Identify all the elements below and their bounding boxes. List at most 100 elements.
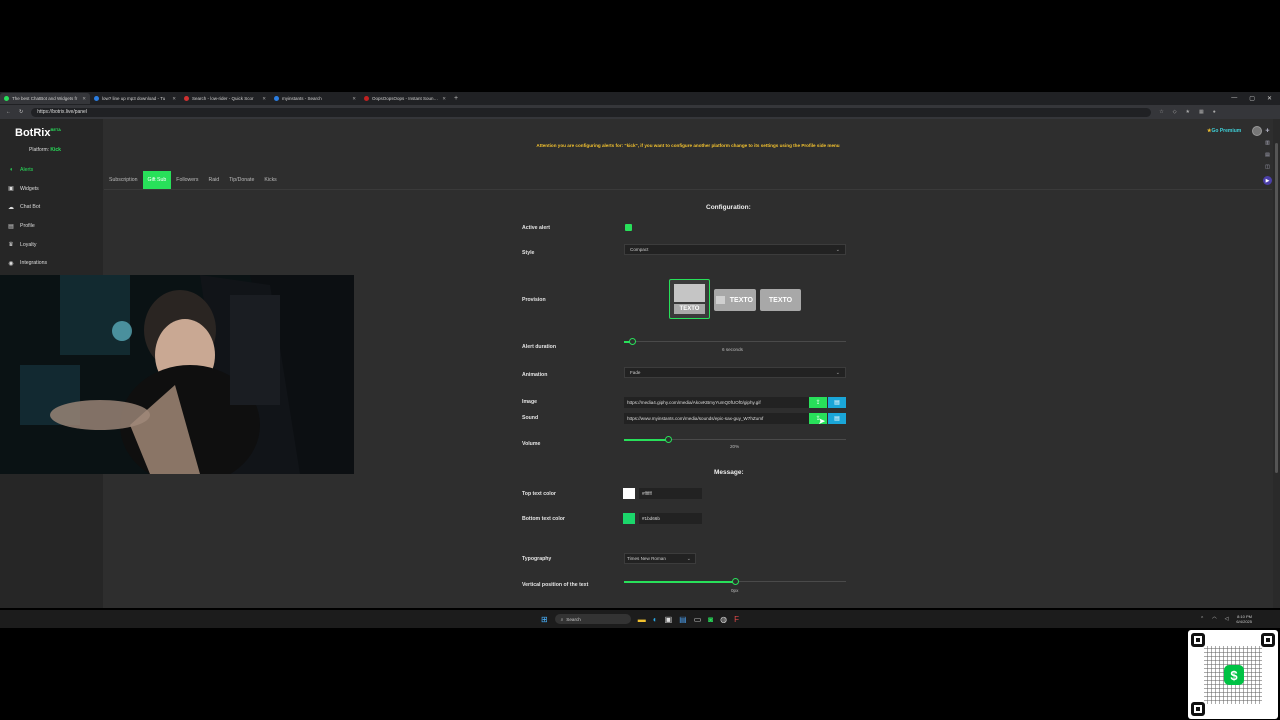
extension-icon[interactable]: ▥ [1265, 140, 1270, 146]
avatar[interactable] [1252, 126, 1262, 136]
reload-icon[interactable]: ↻ [19, 109, 23, 115]
browser-tab[interactable]: low? line up mp3 download - Tu ✕ [90, 93, 180, 104]
bottom-text-color-input[interactable]: #1bd66b [639, 513, 702, 524]
top-text-color-swatch[interactable] [623, 488, 635, 499]
bookmark-star-icon[interactable]: ☆ [1159, 109, 1163, 115]
browser-tab-title: Search - low-rider - Quick Scor [192, 96, 254, 101]
vertical-position-slider[interactable] [624, 578, 846, 585]
mail-icon[interactable]: ▤ [679, 615, 687, 624]
favorites-icon[interactable]: ★ [1186, 109, 1190, 115]
tab-raid[interactable]: Raid [204, 171, 225, 189]
chevron-down-icon: ⌄ [835, 370, 840, 376]
sidebar-item-integrations[interactable]: ◉ Integrations [8, 254, 98, 273]
app-icon[interactable]: F [734, 615, 739, 624]
active-alert-checkbox[interactable] [625, 224, 632, 231]
image-url-input[interactable]: https://media4.giphy.com/media/AkovKBmyY… [624, 397, 809, 408]
close-tab-icon[interactable]: ✕ [442, 96, 446, 102]
browser-tab[interactable]: The best ChatBot and Widgets fr ✕ [0, 93, 90, 104]
browser-tab-title: The best ChatBot and Widgets fr [12, 96, 78, 101]
mouse-cursor-icon: ➤ [818, 416, 826, 426]
minimize-icon[interactable]: — [1231, 95, 1237, 102]
edge-icon[interactable]: ◐ [653, 615, 658, 624]
sidebar-item-label: Loyalty [20, 241, 37, 248]
tab-subscription[interactable]: Subscription [104, 171, 143, 189]
slider-fill [624, 438, 669, 441]
extension-icon[interactable]: ▤ [1265, 152, 1270, 158]
tab-favicon-icon [364, 96, 369, 101]
provision-option-side[interactable]: TEXTO [714, 289, 756, 311]
slider-thumb[interactable] [664, 436, 672, 443]
store-icon[interactable]: ▣ [665, 615, 673, 624]
sidebar-item-loyalty[interactable]: ♛ Loyalty [8, 235, 98, 254]
browser-tab[interactable]: Search - low-rider - Quick Scor ✕ [180, 93, 270, 104]
maximize-icon[interactable]: ▢ [1249, 95, 1255, 102]
window-controls: — ▢ ✕ [1231, 95, 1280, 102]
upload-icon: ⇪ [815, 400, 821, 406]
wifi-icon[interactable]: ◠ [1212, 616, 1216, 622]
extension-icon[interactable]: ◫ [1265, 164, 1270, 170]
close-window-icon[interactable]: ✕ [1267, 95, 1272, 102]
tab-kicks[interactable]: Kicks [259, 171, 281, 189]
animation-label: Animation [522, 372, 548, 378]
collections-icon[interactable]: ▦ [1199, 109, 1204, 115]
style-select[interactable]: Compact ⌄ [624, 244, 846, 255]
new-tab-button[interactable]: + [454, 95, 458, 102]
top-text-color-label: Top text color [522, 491, 556, 497]
scrollbar-thumb[interactable] [1275, 143, 1278, 473]
close-tab-icon[interactable]: ✕ [262, 96, 266, 102]
animation-select[interactable]: Fade ⌄ [624, 367, 846, 378]
file-explorer-icon[interactable]: ▬ [638, 615, 646, 624]
slider-thumb[interactable] [731, 578, 739, 585]
back-icon[interactable]: ← [6, 109, 11, 115]
sidebar-item-label: Profile [20, 223, 35, 230]
taskbar-search[interactable]: ⌕ Search [554, 614, 631, 624]
go-premium-link[interactable]: ★Go Premium [1207, 128, 1241, 134]
sidebar-item-alerts[interactable]: ◖ Alerts [8, 161, 98, 180]
close-tab-icon[interactable]: ✕ [172, 96, 176, 102]
tab-gift-sub[interactable]: Gift Sub [142, 171, 172, 189]
platform-warning-banner: Attention you are configuring alerts for… [536, 143, 840, 148]
provision-option-text-only[interactable]: TEXTO [760, 289, 801, 311]
sidebar-item-chat-bot[interactable]: ☁ Chat Bot [8, 198, 98, 217]
volume-slider[interactable] [624, 436, 846, 443]
chevron-up-icon[interactable]: ⌃ [1200, 616, 1204, 622]
slider-thumb[interactable] [629, 338, 637, 345]
gallery-image-button[interactable]: ▤ [828, 397, 846, 408]
start-icon[interactable]: ⊞ [541, 615, 548, 624]
close-tab-icon[interactable]: ✕ [352, 96, 356, 102]
typography-select[interactable]: Times New Roman ⌄ [624, 553, 696, 564]
address-bar-row: ← ↻ https://botrix.live/panel ☆ ◇ ★ ▦ ● [0, 105, 1280, 119]
sidebar-item-label: Widgets [20, 185, 39, 192]
photos-icon[interactable]: ▭ [694, 615, 702, 624]
browser-tab[interactable]: OopsOopsOops - Instant Sound Bu ✕ [360, 93, 450, 104]
sidebar-item-profile[interactable]: ▤ Profile [8, 217, 98, 236]
tab-tip-donate[interactable]: Tip/Donate [224, 171, 259, 189]
top-text-color-input[interactable]: #ffffff [639, 488, 702, 499]
close-tab-icon[interactable]: ✕ [82, 96, 86, 102]
sound-url-input[interactable]: https://www.myinstants.com/media/sounds/… [624, 413, 809, 424]
screen: { "browser": { "tabs": [ {"label": "The … [0, 0, 1280, 720]
extension-icon[interactable]: ✚ [1265, 128, 1269, 134]
system-clock[interactable]: 8:10 PM 6/4/2025 [1236, 614, 1252, 624]
app-icon[interactable]: ◙ [708, 615, 713, 624]
tab-followers[interactable]: Followers [171, 171, 203, 189]
play-icon[interactable]: ▶ [1263, 176, 1272, 185]
url-field[interactable]: https://botrix.live/panel [31, 107, 1152, 117]
sidebar-item-widgets[interactable]: ▣ Widgets [8, 180, 98, 199]
provision-option-stacked[interactable]: TEXTO [669, 279, 710, 319]
alert-duration-slider[interactable] [624, 338, 846, 345]
gallery-sound-button[interactable]: ▤ [828, 413, 846, 424]
gallery-icon: ▤ [834, 416, 840, 422]
active-alert-label: Active alert [522, 225, 550, 231]
page-scrollbar[interactable] [1273, 119, 1280, 608]
botrix-logo[interactable]: BotRixBETA [15, 127, 61, 139]
upload-image-button[interactable]: ⇪ [809, 397, 827, 408]
bottom-text-color-swatch[interactable] [623, 513, 635, 524]
obs-icon[interactable]: ◍ [720, 615, 727, 624]
volume-icon[interactable]: ◁ [1225, 616, 1229, 622]
style-label: Style [522, 250, 535, 256]
profile-icon[interactable]: ● [1213, 109, 1216, 115]
browser-tab[interactable]: myinstants - Search ✕ [270, 93, 360, 104]
extensions-icon[interactable]: ◇ [1173, 109, 1177, 115]
robot-icon: ☁ [8, 204, 14, 211]
